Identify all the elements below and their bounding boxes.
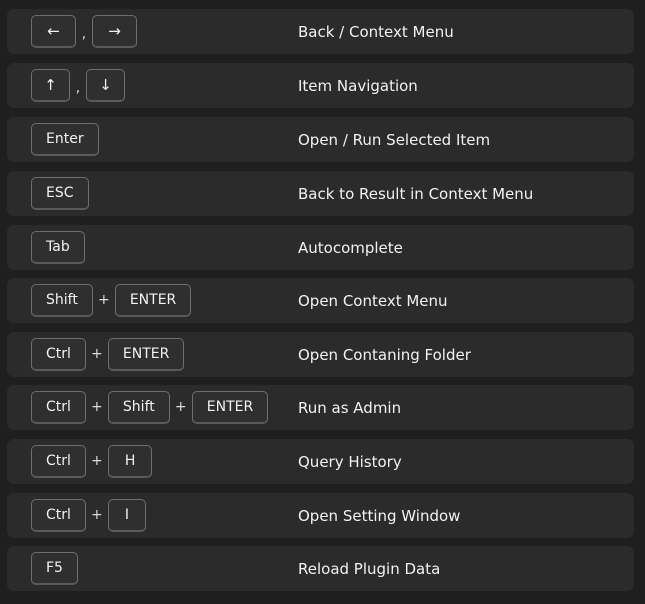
up-arrow-key: ↑ bbox=[31, 69, 70, 102]
f5-key: F5 bbox=[31, 552, 78, 585]
shortcut-description: Open / Run Selected Item bbox=[298, 130, 491, 149]
shortcut-row: Ctrl + H Query History bbox=[7, 439, 634, 484]
shortcut-row: Ctrl + I Open Setting Window bbox=[7, 493, 634, 538]
enter-key: Enter bbox=[31, 123, 99, 156]
right-arrow-key: → bbox=[92, 15, 137, 48]
shortcut-row: Shift + ENTER Open Context Menu bbox=[7, 278, 634, 323]
key-separator: + bbox=[91, 346, 103, 362]
key-combo: ESC bbox=[31, 171, 89, 216]
key-combo: Enter bbox=[31, 117, 99, 162]
shortcut-list: ← , → Back / Context Menu ↑ , ↓ Item Nav… bbox=[0, 0, 645, 604]
shortcut-description: Open Context Menu bbox=[298, 291, 448, 310]
shortcut-description: Back to Result in Context Menu bbox=[298, 184, 534, 203]
shortcut-description: Run as Admin bbox=[298, 398, 402, 417]
key-combo: F5 bbox=[31, 546, 78, 591]
key-separator: , bbox=[75, 80, 81, 96]
shortcut-row: ESC Back to Result in Context Menu bbox=[7, 171, 634, 216]
shortcut-row: Tab Autocomplete bbox=[7, 225, 634, 270]
ctrl-key: Ctrl bbox=[31, 391, 86, 424]
shortcut-description: Open Contaning Folder bbox=[298, 345, 471, 364]
shortcut-description: Reload Plugin Data bbox=[298, 559, 441, 578]
key-separator: + bbox=[91, 399, 103, 415]
shortcut-row: ← , → Back / Context Menu bbox=[7, 9, 634, 54]
key-combo: Ctrl + ENTER bbox=[31, 332, 185, 377]
shortcut-description: Open Setting Window bbox=[298, 506, 461, 525]
ctrl-key: Ctrl bbox=[31, 445, 86, 478]
key-combo: ↑ , ↓ bbox=[31, 63, 125, 108]
shortcut-row: F5 Reload Plugin Data bbox=[7, 546, 634, 591]
key-separator: + bbox=[97, 292, 110, 308]
key-combo: ← , → bbox=[31, 9, 137, 54]
left-arrow-key: ← bbox=[31, 15, 76, 48]
key-separator: + bbox=[91, 453, 103, 469]
key-combo: Shift + ENTER bbox=[31, 278, 192, 323]
shortcut-description: Autocomplete bbox=[298, 238, 403, 257]
shortcut-row: Enter Open / Run Selected Item bbox=[7, 117, 634, 162]
enter-key: ENTER bbox=[114, 284, 192, 317]
shortcut-description: Query History bbox=[298, 452, 402, 471]
key-combo: Ctrl + H bbox=[31, 439, 153, 484]
h-key: H bbox=[107, 445, 153, 478]
key-combo: Ctrl + I bbox=[31, 493, 147, 538]
ctrl-key: Ctrl bbox=[31, 499, 86, 532]
enter-key: ENTER bbox=[191, 391, 269, 424]
i-key: I bbox=[107, 499, 147, 532]
shift-key: Shift bbox=[107, 391, 170, 424]
tab-key: Tab bbox=[31, 231, 85, 264]
key-separator: , bbox=[81, 26, 87, 42]
shortcut-description: Item Navigation bbox=[298, 76, 418, 95]
shortcut-row: Ctrl + Shift + ENTER Run as Admin bbox=[7, 385, 634, 430]
shortcut-description: Back / Context Menu bbox=[298, 22, 454, 41]
shift-key: Shift bbox=[31, 284, 93, 317]
key-separator: + bbox=[91, 507, 103, 523]
down-arrow-key: ↓ bbox=[86, 69, 125, 102]
enter-key: ENTER bbox=[107, 338, 185, 371]
ctrl-key: Ctrl bbox=[31, 338, 86, 371]
key-separator: + bbox=[174, 399, 187, 415]
key-combo: Tab bbox=[31, 225, 85, 270]
esc-key: ESC bbox=[31, 177, 89, 210]
key-combo: Ctrl + Shift + ENTER bbox=[31, 385, 269, 430]
shortcut-row: Ctrl + ENTER Open Contaning Folder bbox=[7, 332, 634, 377]
shortcut-row: ↑ , ↓ Item Navigation bbox=[7, 63, 634, 108]
